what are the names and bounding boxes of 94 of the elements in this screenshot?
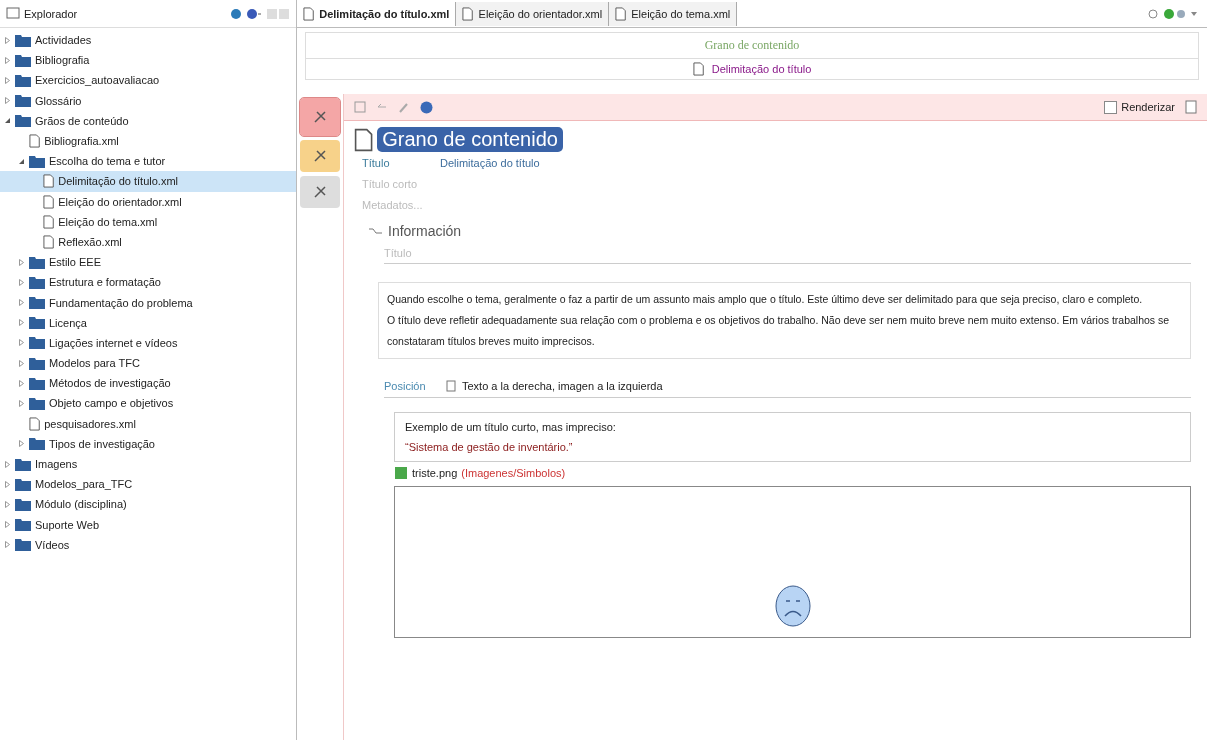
tree-item[interactable]: Suporte Web: [0, 514, 296, 535]
paragraph-text: O título deve refletir adequadamente sua relação com o problema e os objetivos do trabalho. Não deve ser nem muito breve nem muito extenso. Em vários trabalhos se constataram títulos breves muito imprecisos.: [387, 313, 1171, 349]
tree-item[interactable]: Ligações internet e vídeos: [0, 332, 296, 353]
folder-icon: [29, 275, 45, 289]
field-label: Título: [384, 247, 413, 259]
layout-icon: [446, 380, 456, 392]
content-type-label: Grano de contenido: [306, 33, 1198, 59]
folder-icon: [15, 518, 31, 532]
tree-item[interactable]: Estrutura e formatação: [0, 272, 296, 293]
section-heading: Información: [388, 223, 462, 239]
folder-icon: [15, 53, 31, 67]
tree-item[interactable]: Eleição do tema.xml: [0, 211, 296, 232]
globe-icon[interactable]: [420, 100, 433, 114]
panel-title: Explorador: [24, 7, 79, 20]
tree-item[interactable]: Grãos de conteúdo: [0, 110, 296, 131]
image-path: (Imagenes/Simbolos): [461, 467, 566, 479]
tree-item[interactable]: Bibliografia.xml: [0, 130, 296, 152]
side-tab[interactable]: [300, 176, 340, 208]
tree-item[interactable]: Delimitação do título.xml: [0, 171, 296, 192]
side-tab[interactable]: [300, 98, 340, 136]
document-name: Delimitação do título: [711, 63, 812, 75]
file-icon: [43, 174, 55, 189]
example-text: Exemplo de um título curto, mas impreciso:: [405, 420, 617, 435]
folder-icon: [15, 114, 31, 128]
save-icon[interactable]: [354, 101, 366, 113]
explorer-icon: [6, 6, 20, 21]
file-icon: [43, 234, 55, 249]
paragraph-text: Quando escolhe o tema, geralmente o faz a partir de um assunto mais amplo que o título. Este último deve ser delimitado para que seja preciso, claro e completo.: [387, 292, 1144, 307]
image-icon: [394, 466, 408, 480]
tree-item[interactable]: Estilo EEE: [0, 252, 296, 273]
expander-icon[interactable]: [18, 157, 25, 165]
tree-item[interactable]: Tipos de investigação: [0, 433, 296, 454]
folder-icon: [29, 437, 45, 451]
file-icon: [29, 416, 41, 431]
folder-icon: [15, 538, 31, 552]
folder-icon: [29, 396, 45, 410]
folder-icon: [15, 33, 31, 47]
document-heading: Grano de contenido: [377, 127, 563, 152]
file-icon: [303, 6, 315, 21]
refresh-icon[interactable]: [230, 7, 242, 20]
folder-icon: [15, 94, 31, 108]
file-icon: [615, 6, 627, 21]
folder-icon: [15, 477, 31, 491]
tree-item[interactable]: Actividades: [0, 30, 296, 51]
brush-icon[interactable]: [398, 101, 410, 113]
panel-icon[interactable]: [1185, 100, 1197, 114]
folder-icon: [15, 457, 31, 471]
folder-icon: [29, 336, 45, 350]
folder-icon: [29, 255, 45, 269]
tree-item[interactable]: Bibliografia: [0, 50, 296, 71]
section-icon: [368, 226, 384, 236]
tree-item[interactable]: Fundamentação do problema: [0, 292, 296, 313]
sad-face-icon: [774, 585, 811, 627]
tree-item[interactable]: Licença: [0, 312, 296, 333]
tree-item[interactable]: Glossário: [0, 90, 296, 111]
example-text: “Sistema de gestão de inventário.”: [405, 440, 574, 455]
folder-icon: [29, 316, 45, 330]
tree-item[interactable]: Modelos_para_TFC: [0, 474, 296, 495]
render-checkbox[interactable]: Renderizar: [1104, 100, 1175, 114]
image-filename: triste.png: [412, 467, 458, 479]
field-label: Título: [362, 156, 391, 169]
tree-item[interactable]: Módulo (disciplina): [0, 494, 296, 515]
tree-item[interactable]: Escolha do tema e tutor: [0, 151, 296, 172]
field-value[interactable]: Texto a la derecha, imagen a la izquierda: [462, 380, 663, 392]
side-tab[interactable]: [300, 140, 340, 172]
folder-icon: [15, 497, 31, 511]
document-tab[interactable]: Eleição do tema.xml: [609, 1, 738, 26]
file-icon: [43, 194, 55, 209]
tree-item[interactable]: Objeto campo e objetivos: [0, 393, 296, 414]
tree-item[interactable]: Eleição do orientador.xml: [0, 191, 296, 212]
folder-icon: [15, 73, 31, 87]
field-label: Posición: [384, 380, 427, 392]
folder-icon: [29, 154, 45, 168]
folder-icon: [29, 376, 45, 390]
tree-item[interactable]: Modelos para TFC: [0, 353, 296, 374]
document-tab[interactable]: Eleição do orientador.xml: [456, 1, 610, 26]
settings-icon[interactable]: [246, 7, 262, 20]
file-icon: [43, 214, 55, 229]
folder-icon: [29, 296, 45, 310]
field-label: Metadatos...: [362, 198, 424, 211]
field-value[interactable]: Delimitação do título: [440, 156, 540, 169]
file-icon: [692, 62, 704, 76]
tree-item[interactable]: Exercicios_autoavaliacao: [0, 70, 296, 91]
file-icon: [354, 127, 374, 152]
tree-item[interactable]: Vídeos: [0, 534, 296, 555]
folder-icon: [29, 356, 45, 370]
tree-item[interactable]: Métodos de investigação: [0, 373, 296, 394]
expander-icon[interactable]: [4, 117, 11, 125]
file-icon: [29, 134, 41, 149]
tree-item[interactable]: pesquisadores.xml: [0, 413, 296, 434]
tree-item[interactable]: Imagens: [0, 453, 296, 475]
field-label: Título corto: [362, 177, 419, 190]
file-icon: [462, 6, 474, 21]
tree-item[interactable]: Reflexão.xml: [0, 231, 296, 253]
